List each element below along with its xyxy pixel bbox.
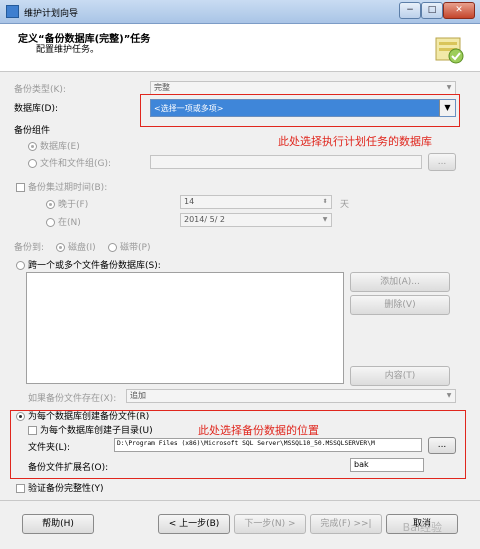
- create-subdir-label: 为每个数据库创建子目录(U): [40, 426, 153, 436]
- expire-later-radio[interactable]: 晚于(F): [46, 197, 88, 210]
- remove-file-button[interactable]: 删除(V): [350, 295, 450, 315]
- component-files-radio[interactable]: 文件和文件组(G):: [28, 156, 111, 169]
- expire-later-label: 晚于(F): [58, 200, 89, 210]
- checkbox-icon: [16, 183, 25, 192]
- component-files-label: 文件和文件组(G):: [40, 159, 112, 169]
- database-annotation: 此处选择执行计划任务的数据库: [278, 135, 432, 148]
- app-icon: [6, 5, 19, 18]
- wizard-logo-icon: [435, 37, 464, 64]
- per-database-file-radio[interactable]: 为每个数据库创建备份文件(R): [16, 409, 149, 422]
- backup-files-list[interactable]: [26, 272, 344, 384]
- backup-type-select[interactable]: 完整 ▼: [150, 81, 456, 95]
- wizard-header: 定义“备份数据库(完整)”任务 配置维护任务。: [0, 24, 480, 72]
- radio-icon: [108, 243, 117, 252]
- watermark-text: Bai经验: [402, 521, 442, 534]
- files-browse-button[interactable]: ...: [428, 153, 456, 171]
- expire-date-value: 2014/ 5/ 2: [184, 215, 226, 224]
- expire-label: 备份集过期时间(B):: [28, 183, 108, 193]
- expire-checkbox[interactable]: 备份集过期时间(B):: [16, 180, 107, 193]
- component-database-radio[interactable]: 数据库(E): [28, 139, 80, 152]
- contents-button[interactable]: 内容(T): [350, 366, 450, 386]
- radio-icon: [16, 261, 25, 270]
- expire-on-label: 在(N): [58, 218, 81, 228]
- radio-icon: [28, 159, 37, 168]
- if-exists-value: 追加: [130, 391, 146, 400]
- folder-label: 文件夹(L):: [28, 443, 71, 453]
- finish-button[interactable]: 完成(F) >>|: [310, 514, 382, 534]
- radio-icon: [46, 200, 55, 209]
- radio-icon: [16, 412, 25, 421]
- chevron-down-icon: ▼: [446, 84, 452, 91]
- radio-icon: [56, 243, 65, 252]
- stepper-arrows-icon: ⬍: [322, 198, 328, 205]
- footer-divider: [0, 500, 480, 501]
- verify-label: 验证备份完整性(Y): [28, 484, 104, 494]
- extension-input-value: bak: [354, 460, 369, 469]
- database-dropdown-arrow-icon[interactable]: ▼: [439, 100, 455, 116]
- checkbox-icon: [16, 484, 25, 493]
- expire-on-radio[interactable]: 在(N): [46, 215, 81, 228]
- maximize-button[interactable]: □: [421, 2, 443, 19]
- folder-browse-button[interactable]: ...: [428, 437, 456, 454]
- folder-input-value: D:\Program Files (x86)\Microsoft SQL Ser…: [117, 440, 375, 447]
- extension-input[interactable]: bak: [350, 458, 424, 472]
- help-button[interactable]: 帮助(H): [22, 514, 94, 534]
- expire-days-stepper[interactable]: 14 ⬍: [180, 195, 332, 209]
- expire-unit-label: 天: [340, 200, 350, 210]
- minimize-button[interactable]: −: [399, 2, 421, 19]
- expire-date-picker[interactable]: 2014/ 5/ 2 ▼: [180, 213, 332, 227]
- checkbox-icon: [28, 426, 37, 435]
- component-database-label: 数据库(E): [40, 142, 80, 152]
- across-files-radio[interactable]: 跨一个或多个文件备份数据库(S):: [16, 258, 161, 271]
- chevron-down-icon: ▼: [446, 392, 452, 399]
- if-exists-select[interactable]: 追加 ▼: [126, 389, 456, 403]
- back-button[interactable]: < 上一步(B): [158, 514, 230, 534]
- location-annotation: 此处选择备份数据的位置: [198, 424, 319, 437]
- close-button[interactable]: ✕: [443, 2, 475, 19]
- next-button[interactable]: 下一步(N) >: [234, 514, 306, 534]
- database-select-value: <选择一项或多项>: [154, 104, 224, 113]
- page-subtitle: 配置维护任务。: [36, 45, 100, 55]
- backup-to-tape-radio[interactable]: 磁带(P): [108, 240, 150, 253]
- across-files-label: 跨一个或多个文件备份数据库(S):: [28, 261, 161, 271]
- calendar-dropdown-icon: ▼: [322, 216, 328, 223]
- backup-to-disk-radio[interactable]: 磁盘(I): [56, 240, 96, 253]
- backup-to-disk-label: 磁盘(I): [68, 243, 96, 253]
- radio-icon: [46, 218, 55, 227]
- backup-type-label: 备份类型(K):: [14, 85, 66, 95]
- if-exists-label: 如果备份文件存在(X):: [28, 394, 117, 404]
- folder-input[interactable]: D:\Program Files (x86)\Microsoft SQL Ser…: [114, 438, 422, 452]
- backup-to-label: 备份到:: [14, 243, 45, 253]
- extension-label: 备份文件扩展名(O):: [28, 463, 109, 473]
- per-database-file-label: 为每个数据库创建备份文件(R): [28, 412, 150, 422]
- database-select[interactable]: <选择一项或多项> ▼: [150, 99, 456, 117]
- files-input[interactable]: [150, 155, 422, 169]
- create-subdir-checkbox[interactable]: 为每个数据库创建子目录(U): [28, 423, 153, 436]
- radio-icon: [28, 142, 37, 151]
- backup-to-tape-label: 磁带(P): [120, 243, 151, 253]
- verify-checkbox[interactable]: 验证备份完整性(Y): [16, 481, 104, 494]
- window-title: 维护计划向导: [24, 9, 79, 19]
- backup-type-value: 完整: [154, 83, 170, 92]
- add-file-button[interactable]: 添加(A)...: [350, 272, 450, 292]
- expire-days-value: 14: [184, 197, 195, 206]
- backup-component-label: 备份组件: [14, 126, 51, 136]
- title-bar: 维护计划向导 − □ ✕: [0, 0, 480, 24]
- database-label: 数据库(D):: [14, 104, 58, 114]
